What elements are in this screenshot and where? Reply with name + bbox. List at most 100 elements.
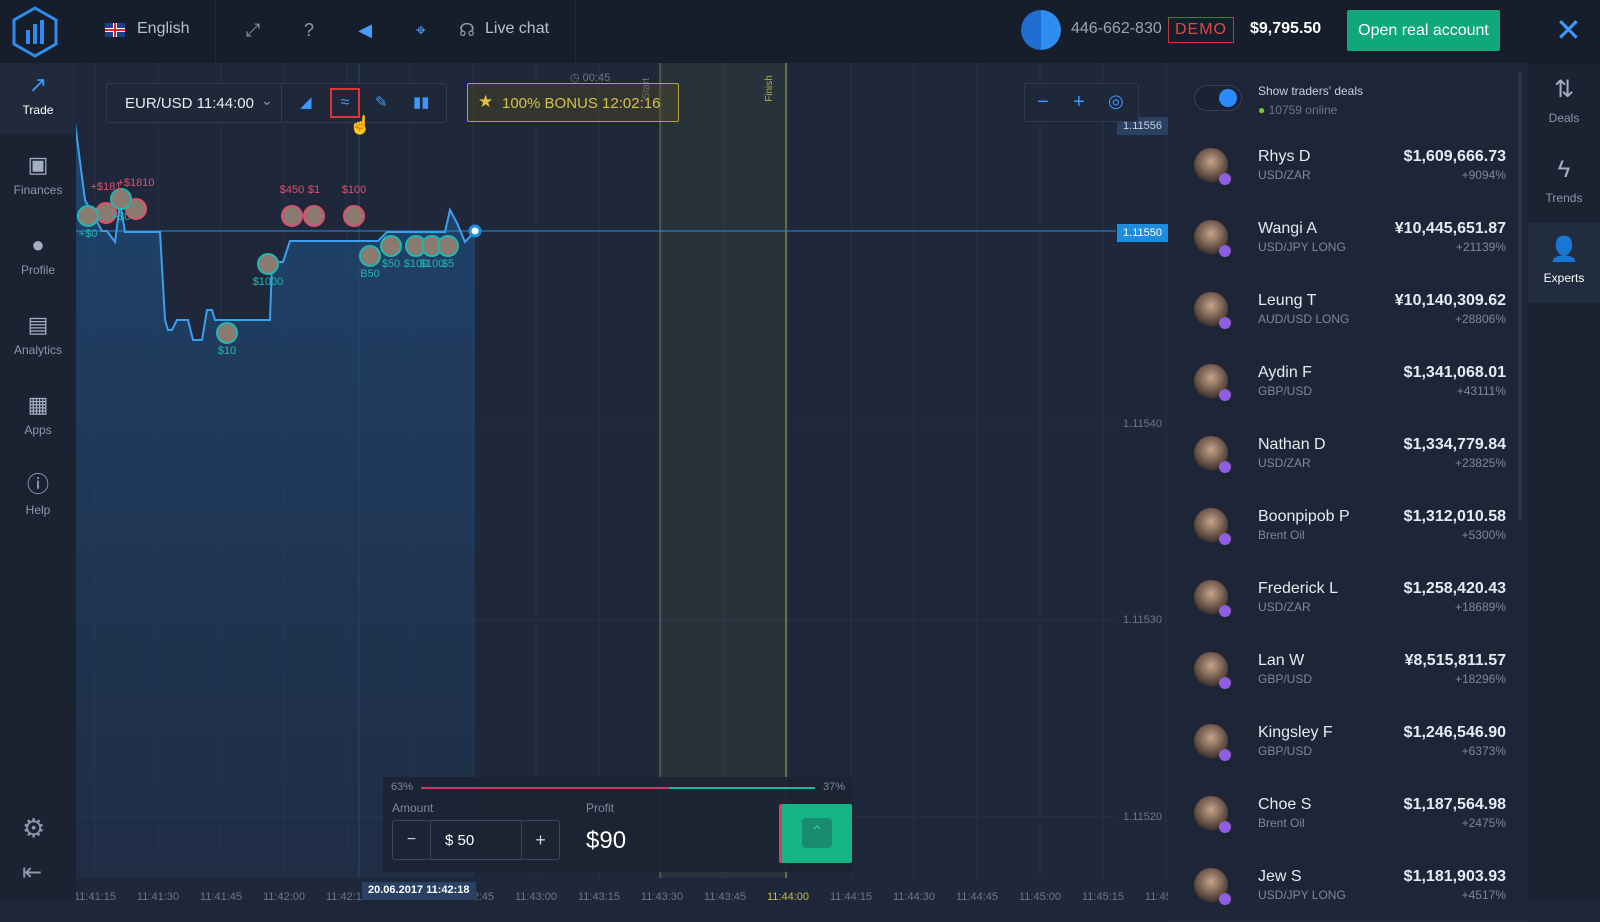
trader-asset: AUD/USD LONG: [1258, 312, 1350, 326]
trader-row[interactable]: Wangi A USD/JPY LONG ¥10,445,651.87 +211…: [1168, 202, 1528, 274]
sidebar-item-apps[interactable]: ▦ Apps: [0, 383, 76, 455]
layout-icon[interactable]: ▮▮: [413, 93, 430, 111]
lightning-icon: ϟ: [1557, 156, 1571, 183]
finish-label: Finish: [763, 75, 775, 102]
trader-asset: GBP/USD: [1258, 384, 1313, 398]
recenter-icon[interactable]: ◎: [1108, 91, 1124, 112]
trader-percent: +5300%: [1461, 528, 1506, 542]
marker-label: $1000: [252, 276, 284, 288]
nav-experts[interactable]: 👤 Experts: [1528, 223, 1600, 303]
trader-row[interactable]: Lan W GBP/USD ¥8,515,811.57 +18296%: [1168, 634, 1528, 706]
price-level: 1.11530: [1123, 614, 1162, 626]
area-chart-icon[interactable]: ◢: [300, 93, 312, 111]
status-dot-icon: [1219, 749, 1231, 761]
asset-selector[interactable]: EUR/USD 11:44:00: [125, 95, 254, 112]
trader-amount: $1,187,564.98: [1403, 796, 1506, 813]
sidebar-item-analytics[interactable]: ▤ Analytics: [0, 303, 76, 375]
trader-row[interactable]: Choe S Brent Oil $1,187,564.98 +2475%: [1168, 778, 1528, 850]
avatar[interactable]: [1021, 10, 1061, 50]
marker-label: $50: [381, 258, 401, 270]
toggle-label: Show traders' deals: [1258, 84, 1364, 98]
trader-asset: USD/ZAR: [1258, 600, 1311, 614]
fullscreen-icon[interactable]: ⤢: [241, 18, 265, 42]
time-tick: 11:43:00: [514, 891, 558, 900]
trader-name: Choe S: [1258, 796, 1312, 813]
sidebar-item-label: Help: [25, 503, 51, 517]
sidebar: ↗ Trade ▣ Finances ● Profile ▤ Analytics ▦ Ap…: [0, 63, 76, 900]
trader-amount: $1,258,420.43: [1403, 580, 1506, 597]
trader-marker-green: [216, 322, 238, 344]
live-chat-link[interactable]: Live chat: [485, 20, 549, 38]
sidebar-item-profile[interactable]: ● Profile: [0, 223, 76, 295]
trader-asset: GBP/USD: [1258, 744, 1313, 758]
trader-avatar: [1194, 436, 1231, 473]
trader-row[interactable]: Leung T AUD/USD LONG ¥10,140,309.62 +288…: [1168, 274, 1528, 346]
status-dot-icon: [1219, 533, 1231, 545]
nav-deals[interactable]: ⇅ Deals: [1528, 63, 1600, 139]
trader-row[interactable]: Boonpipob P Brent Oil $1,312,010.58 +530…: [1168, 490, 1528, 562]
chart-canvas[interactable]: [76, 63, 1168, 900]
amount-stepper: − $ 50 +: [392, 820, 560, 860]
marker-label: $100: [341, 184, 367, 196]
trader-avatar: [1194, 724, 1231, 761]
amount-plus-button[interactable]: +: [521, 821, 559, 859]
call-button[interactable]: ⌃: [782, 804, 852, 863]
logo-icon[interactable]: [12, 6, 58, 58]
sidebar-item-help[interactable]: ⓘ Help: [0, 463, 76, 535]
close-icon[interactable]: ✕: [1555, 12, 1582, 48]
marker-label: $100: [419, 258, 445, 270]
trader-row[interactable]: Jew S USD/JPY LONG $1,181,903.93 +4517%: [1168, 850, 1528, 922]
star-icon: ★: [478, 92, 494, 111]
sound-icon[interactable]: ◀: [353, 18, 377, 42]
user-plus-icon: 👤: [1549, 236, 1579, 263]
language-selector[interactable]: English: [137, 20, 189, 38]
balance[interactable]: $9,795.50: [1250, 20, 1321, 38]
trader-row[interactable]: Frederick L USD/ZAR $1,258,420.43 +18689…: [1168, 562, 1528, 634]
sidebar-item-trade[interactable]: ↗ Trade: [0, 63, 76, 135]
crosshair-icon[interactable]: ⌖: [409, 18, 433, 42]
call-percent: 37%: [823, 781, 846, 793]
scrollbar[interactable]: [1518, 71, 1522, 521]
demo-badge[interactable]: DEMO: [1168, 17, 1234, 43]
amount-minus-button[interactable]: −: [393, 821, 431, 859]
nav-label: Deals: [1548, 111, 1580, 125]
zoom-out-button[interactable]: −: [1037, 91, 1049, 114]
line-chart-icon[interactable]: ≈: [330, 88, 360, 118]
trader-row[interactable]: Aydin F GBP/USD $1,341,068.01 +43111%: [1168, 346, 1528, 418]
trader-amount: ¥10,445,651.87: [1394, 220, 1506, 237]
logout-icon[interactable]: ⇤: [22, 858, 42, 887]
trader-asset: Brent Oil: [1258, 528, 1305, 542]
trader-percent: +18296%: [1454, 672, 1506, 686]
sidebar-item-finances[interactable]: ▣ Finances: [0, 143, 76, 215]
nav-trends[interactable]: ϟ Trends: [1528, 143, 1600, 219]
help-icon[interactable]: ?: [297, 18, 321, 42]
settings-icon[interactable]: ⚙: [22, 813, 45, 844]
trader-avatar: [1194, 580, 1231, 617]
trader-row[interactable]: Nathan D USD/ZAR $1,334,779.84 +23825%: [1168, 418, 1528, 490]
trader-marker-green: [437, 235, 459, 257]
sidebar-item-label: Analytics: [13, 343, 63, 357]
uk-flag-icon[interactable]: [105, 23, 125, 37]
bonus-banner[interactable]: ★ 100% BONUS 12:02:16: [467, 83, 679, 122]
trader-avatar: [1194, 220, 1231, 257]
headset-icon[interactable]: ☊: [455, 18, 479, 42]
online-count: ● 10759 online: [1258, 103, 1337, 117]
pencil-icon[interactable]: ✎: [375, 93, 388, 111]
trader-avatar: [1194, 868, 1231, 905]
trader-row[interactable]: Kingsley F GBP/USD $1,246,546.90 +6373%: [1168, 706, 1528, 778]
marker-label: B50: [360, 268, 380, 280]
price-chart[interactable]: 11:41:15 11:41:30 11:41:45 11:42:00 11:42:15…: [76, 63, 1168, 900]
open-real-account-button[interactable]: Open real account: [1347, 10, 1500, 51]
status-dot-icon: [1219, 605, 1231, 617]
trader-percent: +23825%: [1454, 456, 1506, 470]
expiry-zone: [660, 63, 786, 878]
zoom-in-button[interactable]: +: [1073, 91, 1085, 114]
amount-input[interactable]: $ 50: [445, 832, 474, 849]
trader-marker-green: [380, 235, 402, 257]
marker-label: $5: [441, 258, 455, 270]
show-deals-toggle[interactable]: [1194, 85, 1242, 111]
trader-row[interactable]: Rhys D USD/ZAR $1,609,666.73 +9094%: [1168, 130, 1528, 202]
user-icon: ●: [31, 232, 45, 257]
cursor-time-label: 20.06.2017 11:42:18: [362, 882, 476, 900]
chevron-down-icon[interactable]: ⌄: [261, 92, 273, 109]
